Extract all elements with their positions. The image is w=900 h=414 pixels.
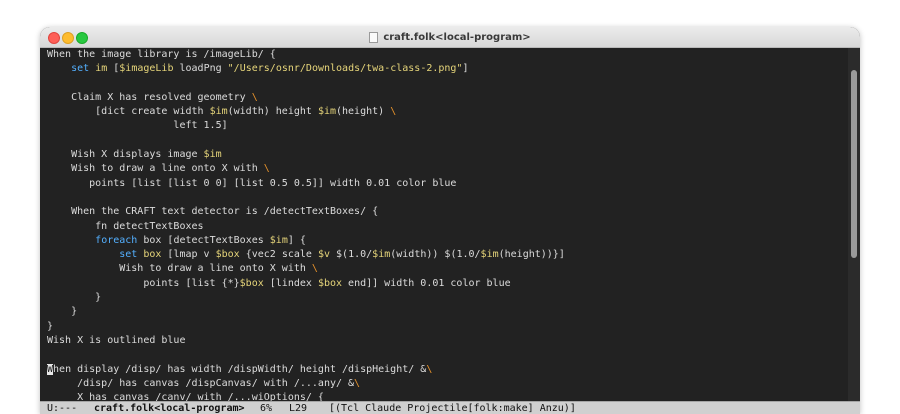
code-token: hen display /disp/ has width /dispWidth/… [53, 363, 427, 375]
token-variable: $box [317, 277, 343, 289]
code-token: } [47, 320, 54, 332]
code-line: foreach box [detectTextBoxes $im] { [47, 234, 565, 248]
token-continuation: \ [251, 91, 258, 103]
code-line: points [list {*}$box [lindex $box end]] … [47, 277, 565, 291]
token-variable: $im [203, 149, 222, 161]
code-line: When the CRAFT text detector is /detectT… [47, 205, 565, 219]
modeline-line-number: L29 [289, 403, 308, 414]
token-continuation: \ [426, 363, 433, 375]
token-variable: $v [317, 249, 331, 261]
title-bar: craft.folk<local-program> [40, 27, 860, 48]
code-token: } [47, 292, 102, 304]
token-continuation: \ [390, 106, 397, 118]
code-token: fn detectTextBoxes [47, 220, 204, 232]
window-title: craft.folk<local-program> [383, 31, 531, 43]
code-line: } [47, 320, 565, 334]
token-variable: $im [269, 234, 288, 246]
editor-window: craft.folk<local-program> When the image… [40, 27, 860, 414]
code-token: [dict create width [47, 106, 210, 118]
code-editor[interactable]: When the image library is /imageLib/ { s… [40, 48, 848, 401]
code-token: (height))}] [498, 249, 565, 261]
token-variable: $box [239, 277, 264, 289]
token-keyword: set [71, 63, 90, 75]
token-variable: $imageLib [119, 63, 174, 75]
code-token: loadPng [173, 63, 228, 75]
code-token: When the image library is /imageLib/ { [47, 49, 276, 60]
code-line: Wish X is outlined blue [47, 334, 565, 348]
token-variable: $box [215, 249, 240, 261]
code-line: Wish to draw a line onto X with \ [47, 162, 565, 176]
vertical-scrollbar[interactable] [848, 48, 860, 401]
modeline-buffer-state: U:--- [47, 403, 78, 414]
code-token: $(1.0/ [330, 249, 373, 261]
code-token: points [list [list 0 0] [list 0.5 0.5]] … [47, 177, 457, 189]
modeline-modes[interactable]: [(Tcl Claude Projectile[folk:make] Anzu)… [329, 402, 576, 414]
code-line: When display /disp/ has width /dispWidth… [47, 363, 565, 377]
token-variable: box [143, 249, 162, 261]
code-token: [lmap v [161, 249, 216, 261]
mode-line: U:--- craft.folk<local-program> 6% L29 [… [40, 401, 860, 414]
code-token: ] { [287, 234, 306, 246]
token-variable: $im [209, 106, 228, 118]
code-line: } [47, 291, 565, 305]
token-variable: im [95, 63, 108, 75]
code-line: /disp/ has canvas /dispCanvas/ with /...… [47, 377, 565, 391]
code-token: [ [107, 63, 120, 75]
code-line: set im [$imageLib loadPng "/Users/osnr/D… [47, 62, 565, 76]
code-token: ] [462, 63, 469, 75]
code-line: When the image library is /imageLib/ { [47, 48, 565, 62]
code-line: [dict create width $im(width) height $im… [47, 105, 565, 119]
token-continuation: \ [311, 263, 318, 275]
token-variable: $im [480, 249, 499, 261]
token-continuation: \ [354, 377, 361, 389]
code-line: Claim X has resolved geometry \ [47, 91, 565, 105]
code-line: set box [lmap v $box {vec2 scale $v $(1.… [47, 248, 565, 262]
code-line: fn detectTextBoxes [47, 220, 565, 234]
code-token: points [list {*} [47, 277, 240, 289]
code-token: /disp/ has canvas /dispCanvas/ with /...… [47, 377, 355, 389]
code-token: (width)) $(1.0/ [390, 249, 481, 261]
code-token: {vec2 scale [239, 249, 318, 261]
code-token: [lindex [263, 277, 318, 289]
document-icon [369, 31, 379, 43]
code-line: left 1.5] [47, 119, 565, 133]
code-token: When the CRAFT text detector is /detectT… [47, 206, 379, 218]
code-token: (width) height [227, 106, 318, 118]
code-line: Wish to draw a line onto X with \ [47, 262, 565, 276]
code-line: points [list [list 0 0] [list 0.5 0.5]] … [47, 177, 565, 191]
code-token: Wish X displays image [47, 149, 204, 161]
code-token: } [47, 306, 78, 318]
token-keyword: foreach [95, 234, 138, 246]
token-keyword: set [119, 249, 138, 261]
code-token: Claim X has resolved geometry [47, 91, 252, 103]
code-token: Wish to draw a line onto X with [47, 263, 312, 275]
token-continuation: \ [263, 163, 270, 175]
code-token: (height) [336, 106, 391, 118]
code-line: X has canvas /canv/ with /...wiOptions/ … [47, 391, 565, 401]
code-token: left 1.5] [47, 120, 228, 132]
token-variable: $im [372, 249, 391, 261]
modeline-percent: 6% [260, 403, 273, 414]
token-string: "/Users/osnr/Downloads/twa-class-2.png" [227, 63, 463, 75]
code-token: end]] width 0.01 color blue [342, 277, 511, 289]
code-token: box [detectTextBoxes [137, 234, 270, 246]
scrollbar-thumb[interactable] [851, 70, 857, 258]
code-line: } [47, 305, 565, 319]
code-token: X has canvas /canv/ with /...wiOptions/ … [47, 392, 324, 401]
code-text: When the image library is /imageLib/ { s… [47, 48, 565, 401]
modeline-buffer-name[interactable]: craft.folk<local-program> [94, 402, 245, 414]
token-variable: $im [317, 106, 336, 118]
code-token: Wish to draw a line onto X with [47, 163, 264, 175]
code-line: Wish X displays image $im [47, 148, 565, 162]
code-token: Wish X is outlined blue [47, 334, 186, 346]
